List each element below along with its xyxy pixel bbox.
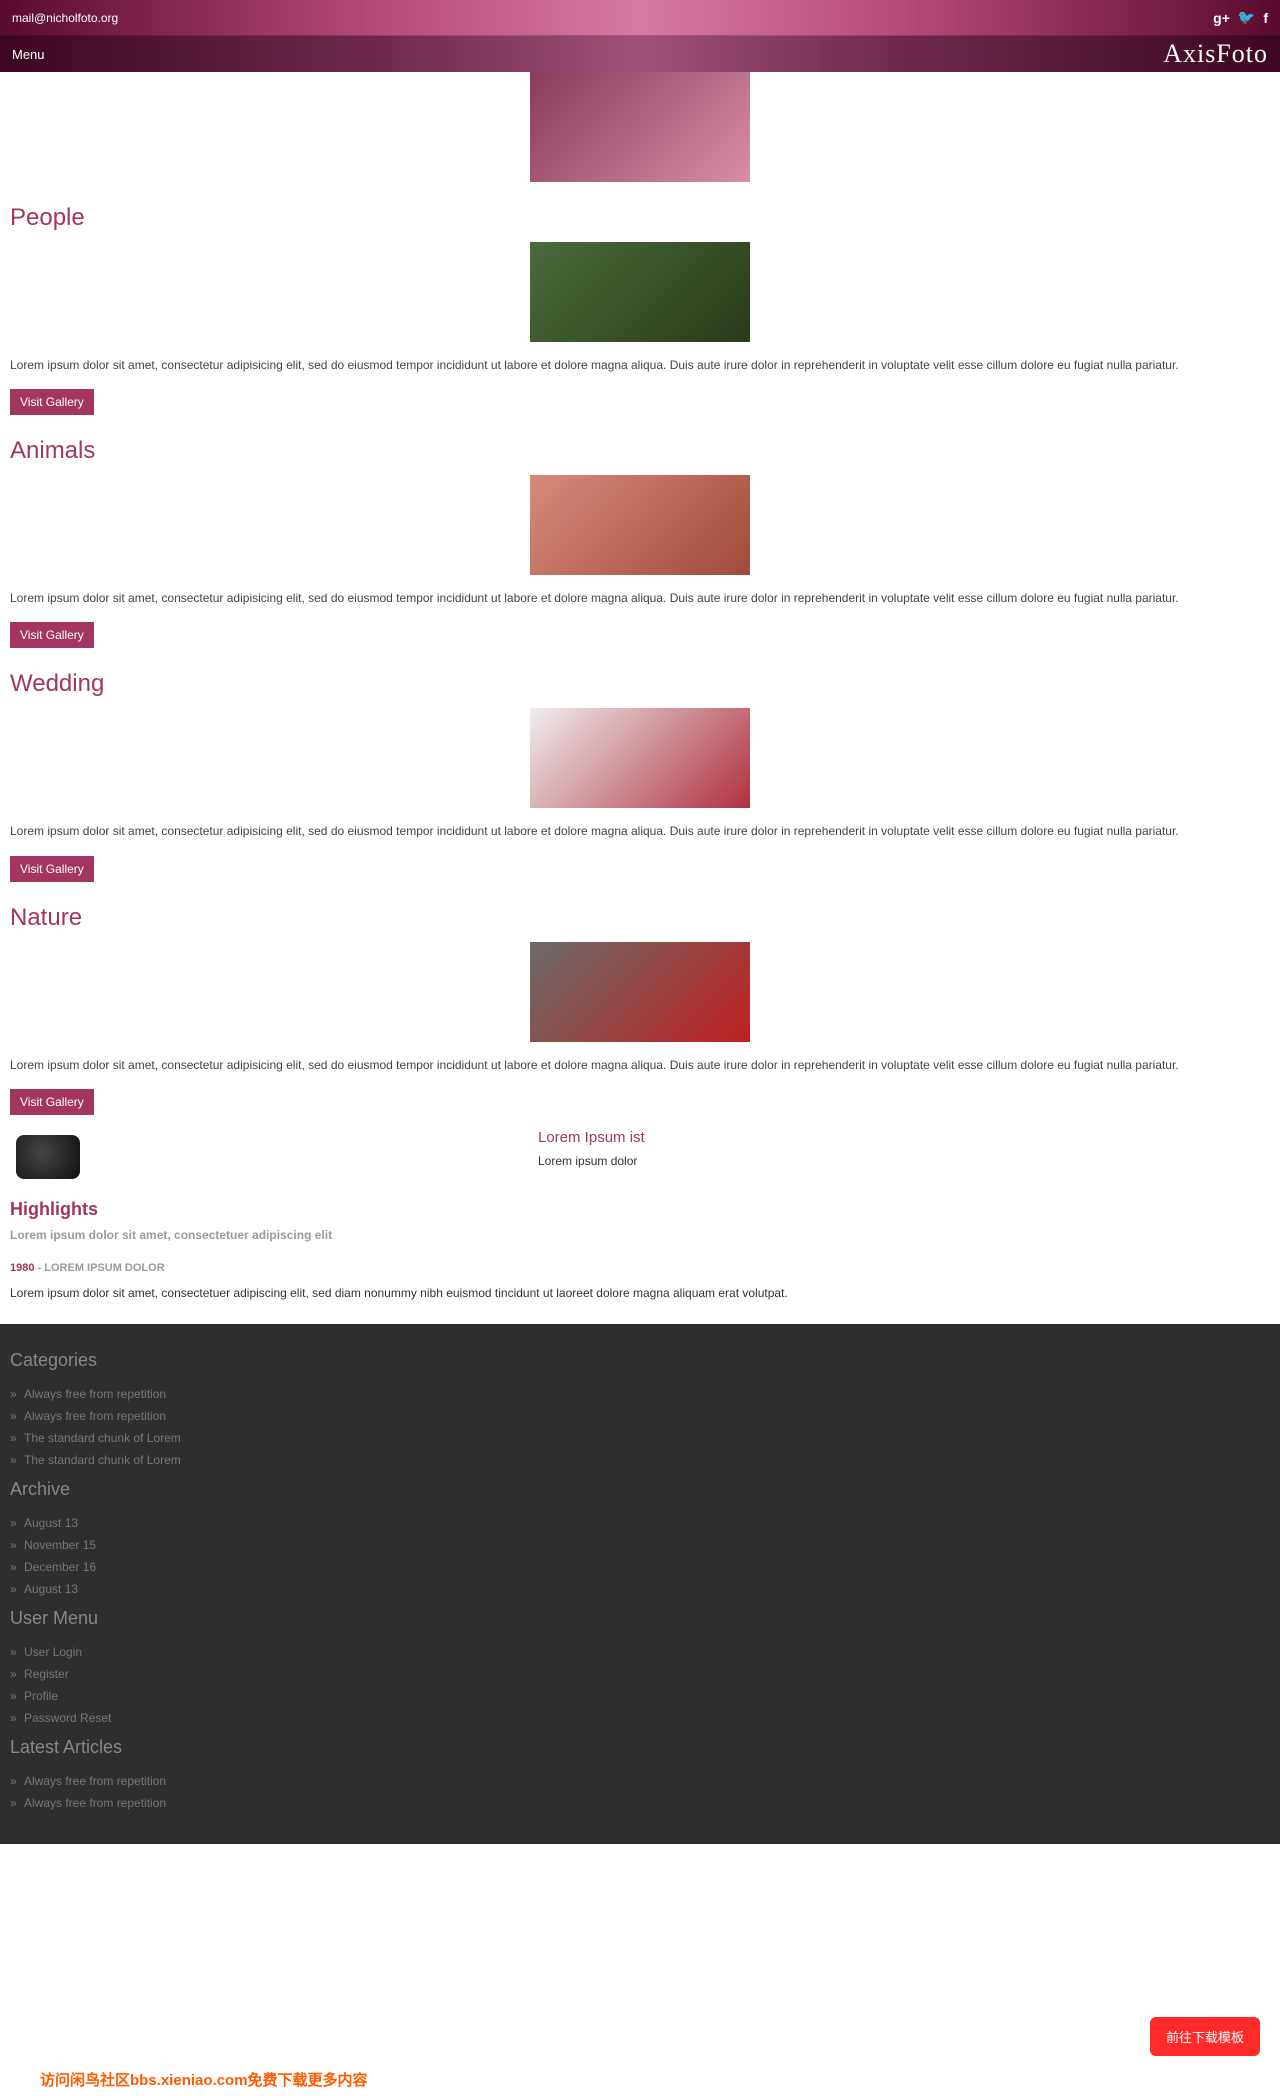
list-item[interactable]: Always free from repetition: [10, 1770, 1270, 1792]
list-item[interactable]: User Login: [10, 1641, 1270, 1663]
section-text-nature: Lorem ipsum dolor sit amet, consectetur …: [10, 1056, 1270, 1075]
visit-gallery-button-people[interactable]: Visit Gallery: [10, 389, 94, 415]
list-item[interactable]: Profile: [10, 1685, 1270, 1707]
list-item[interactable]: The standard chunk of Lorem: [10, 1427, 1270, 1449]
camera-icon: [16, 1135, 80, 1179]
section-text-people: Lorem ipsum dolor sit amet, consectetur …: [10, 356, 1270, 375]
watermark-text: 访问闲鸟社区bbs.xieniao.com免费下载更多内容: [40, 2069, 368, 2090]
highlights-label: - LOREM IPSUM DOLOR: [34, 1262, 164, 1274]
highlights-title: Highlights: [10, 1199, 1270, 1220]
thumbnail-animals[interactable]: [530, 475, 750, 575]
list-item[interactable]: December 16: [10, 1556, 1270, 1578]
main-content: People Lorem ipsum dolor sit amet, conse…: [0, 72, 1280, 1300]
facebook-icon[interactable]: f: [1263, 10, 1268, 26]
footer-usermenu-list: User Login Register Profile Password Res…: [10, 1641, 1270, 1729]
thumbnail-nature[interactable]: [530, 942, 750, 1042]
social-links: g+ 🐦 f: [1213, 9, 1268, 26]
list-item[interactable]: August 13: [10, 1578, 1270, 1600]
section-text-animals: Lorem ipsum dolor sit amet, consectetur …: [10, 589, 1270, 608]
highlights-year: 1980: [10, 1262, 34, 1274]
section-text-wedding: Lorem ipsum dolor sit amet, consectetur …: [10, 822, 1270, 841]
email-link[interactable]: mail@nicholfoto.org: [12, 11, 118, 25]
thumbnail-people[interactable]: [530, 242, 750, 342]
aside-right: Lorem Ipsum ist Lorem ipsum dolor: [538, 1129, 645, 1179]
footer: Categories Always free from repetition A…: [0, 1324, 1280, 1844]
aside-left: [10, 1129, 538, 1179]
footer-archive-title: Archive: [10, 1479, 1270, 1500]
list-item[interactable]: Always free from repetition: [10, 1792, 1270, 1814]
aside-title: Lorem Ipsum ist: [538, 1129, 645, 1146]
download-template-button[interactable]: 前往下载模板: [1150, 2017, 1260, 2056]
hero-image: [530, 72, 750, 182]
list-item[interactable]: Password Reset: [10, 1707, 1270, 1729]
footer-latest-title: Latest Articles: [10, 1737, 1270, 1758]
menu-toggle[interactable]: Menu: [12, 47, 45, 62]
google-plus-icon[interactable]: g+: [1213, 10, 1230, 26]
list-item[interactable]: Register: [10, 1663, 1270, 1685]
visit-gallery-button-animals[interactable]: Visit Gallery: [10, 622, 94, 648]
highlights-body: Lorem ipsum dolor sit amet, consectetuer…: [10, 1286, 1270, 1300]
thumbnail-wedding[interactable]: [530, 708, 750, 808]
list-item[interactable]: The standard chunk of Lorem: [10, 1449, 1270, 1471]
visit-gallery-button-wedding[interactable]: Visit Gallery: [10, 856, 94, 882]
list-item[interactable]: Always free from repetition: [10, 1405, 1270, 1427]
footer-archive-list: August 13 November 15 December 16 August…: [10, 1512, 1270, 1600]
footer-categories-title: Categories: [10, 1350, 1270, 1371]
twitter-icon[interactable]: 🐦: [1238, 9, 1255, 26]
site-logo[interactable]: AxisFoto: [1163, 39, 1268, 69]
top-bar: mail@nicholfoto.org g+ 🐦 f: [0, 0, 1280, 36]
footer-latest-list: Always free from repetition Always free …: [10, 1770, 1270, 1814]
aside-text: Lorem ipsum dolor: [538, 1154, 645, 1168]
aside-row: Lorem Ipsum ist Lorem ipsum dolor: [10, 1129, 1270, 1179]
highlights-subtitle: Lorem ipsum dolor sit amet, consectetuer…: [10, 1228, 1270, 1242]
list-item[interactable]: August 13: [10, 1512, 1270, 1534]
footer-categories-list: Always free from repetition Always free …: [10, 1383, 1270, 1471]
list-item[interactable]: Always free from repetition: [10, 1383, 1270, 1405]
footer-usermenu-title: User Menu: [10, 1608, 1270, 1629]
list-item[interactable]: November 15: [10, 1534, 1270, 1556]
section-title-nature: Nature: [10, 904, 1270, 932]
section-title-wedding: Wedding: [10, 670, 1270, 698]
section-title-people: People: [10, 204, 1270, 232]
nav-bar: Menu AxisFoto: [0, 36, 1280, 72]
highlights-meta: 1980 - LOREM IPSUM DOLOR: [10, 1260, 1270, 1274]
section-title-animals: Animals: [10, 437, 1270, 465]
visit-gallery-button-nature[interactable]: Visit Gallery: [10, 1089, 94, 1115]
